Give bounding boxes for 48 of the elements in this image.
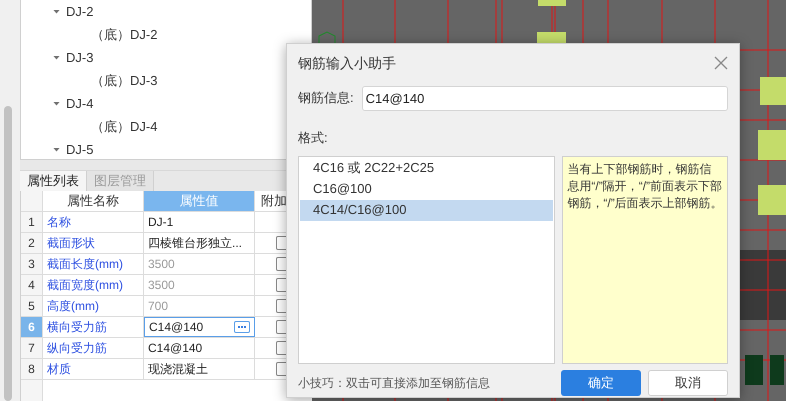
row-number: 2: [21, 233, 43, 253]
format-label: 格式:: [298, 129, 329, 147]
list-item[interactable]: 4C14/C16@100: [300, 200, 554, 220]
tree-item[interactable]: （底）DJ-3: [91, 70, 158, 90]
field-label: 钢筋信息:: [298, 89, 354, 108]
row-number: 1: [21, 212, 43, 232]
table-cell: 材质: [43, 359, 144, 379]
caret-icon[interactable]: [53, 10, 60, 14]
caret-icon[interactable]: [53, 148, 60, 152]
table-cell: 高度(mm): [43, 296, 144, 316]
table-cell: 3500: [144, 275, 255, 295]
tree-item[interactable]: DJ-4: [66, 94, 94, 114]
table-cell: 截面长度(mm): [43, 254, 144, 274]
tip-text: 小技巧：双击可直接添加至钢筋信息: [298, 374, 490, 392]
table-cell: 四棱锥台形独立...: [144, 233, 255, 253]
caret-icon[interactable]: [53, 102, 60, 106]
ok-button[interactable]: 确定: [561, 370, 641, 396]
close-icon[interactable]: [714, 56, 728, 70]
table-cell: 截面形状: [43, 233, 144, 253]
tree-item[interactable]: DJ-5: [66, 140, 94, 159]
more-icon[interactable]: [234, 321, 250, 333]
row-number: 5: [21, 296, 43, 316]
row-number: 4: [21, 275, 43, 295]
dialog-title: 钢筋输入小助手: [298, 54, 396, 72]
table-cell: DJ-1: [144, 212, 255, 232]
row-number: 3: [21, 254, 43, 274]
tree-item[interactable]: DJ-3: [66, 48, 94, 68]
input-field[interactable]: C14@140: [362, 86, 728, 110]
table-cell: 名称: [43, 212, 144, 232]
table-cell: 3500: [144, 254, 255, 274]
value-field[interactable]: C14@140: [144, 317, 255, 337]
tree-item[interactable]: （底）DJ-2: [91, 24, 158, 44]
tree-item[interactable]: DJ-2: [66, 2, 94, 22]
table-cell: 截面宽度(mm): [43, 275, 144, 295]
cancel-button[interactable]: 取消: [648, 370, 728, 396]
caret-icon[interactable]: [53, 56, 60, 60]
scrollbar-thumb[interactable]: [4, 106, 12, 401]
table-cell: C14@140: [144, 338, 255, 358]
table-cell: 700: [144, 296, 255, 316]
row-number: 6: [21, 317, 43, 337]
table-cell: 纵向受力筋: [43, 338, 144, 358]
hint-text: 当有上下部钢筋时，钢筋信息用“/”隔开，“/”前面表示下部钢筋，“/”后面表示上部钢筋。: [567, 160, 723, 212]
row-number: 7: [21, 338, 43, 358]
panel-tab[interactable]: 属性列表: [20, 171, 87, 191]
table-cell: 现浇混凝土: [144, 359, 255, 379]
tree-item[interactable]: （底）DJ-4: [91, 116, 158, 136]
row-number: 8: [21, 359, 43, 379]
list-item[interactable]: 4C16 或 2C22+2C25: [300, 158, 554, 178]
